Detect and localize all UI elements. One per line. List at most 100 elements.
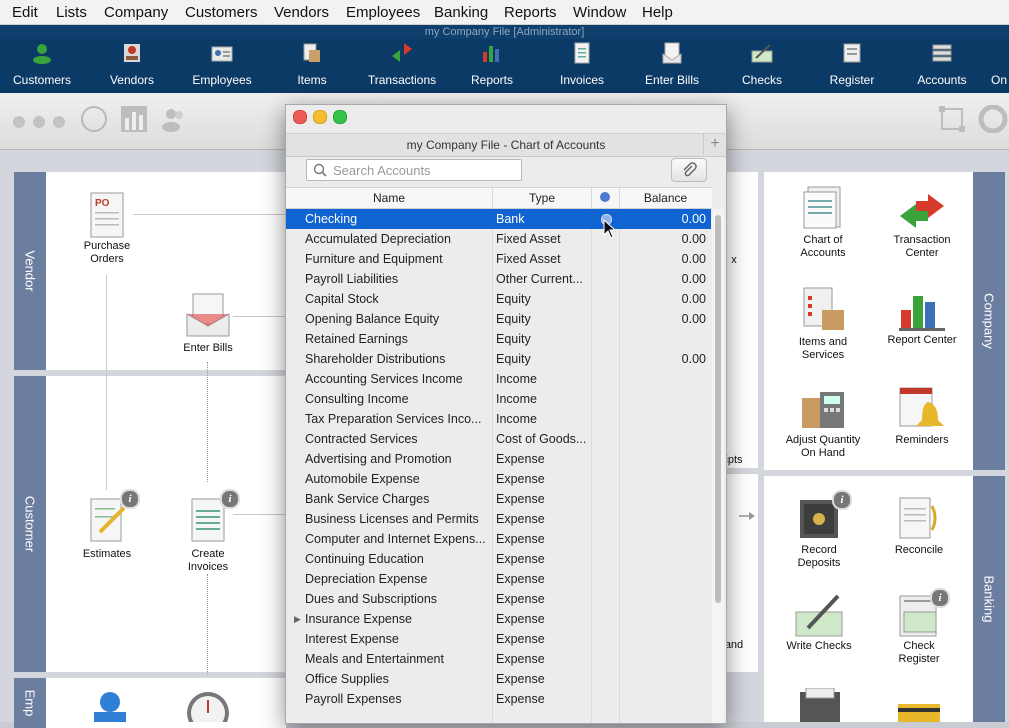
report-center-button[interactable]: Report Center bbox=[882, 286, 962, 362]
account-row[interactable]: Consulting Income Income bbox=[286, 389, 711, 409]
employees-tab[interactable]: Emp bbox=[14, 678, 46, 728]
minimize-window-button[interactable] bbox=[313, 110, 327, 124]
menu-banking[interactable]: Banking bbox=[434, 4, 488, 21]
banking-tab[interactable]: Banking bbox=[973, 476, 1005, 722]
search-accounts-input[interactable] bbox=[331, 161, 520, 180]
items-and-services-button[interactable]: Items and Services bbox=[788, 286, 858, 362]
account-row[interactable]: Office Supplies Expense bbox=[286, 669, 711, 689]
close-window-button[interactable] bbox=[293, 110, 307, 124]
account-type: Expense bbox=[496, 512, 545, 526]
account-row[interactable]: Shareholder Distributions Equity 0.00 bbox=[286, 349, 711, 369]
toolbar-invoices-button[interactable]: Invoices bbox=[537, 39, 627, 93]
menu-window[interactable]: Window bbox=[573, 4, 626, 21]
menu-vendors[interactable]: Vendors bbox=[274, 4, 329, 21]
toolbar-enter-bills-button[interactable]: Enter Bills bbox=[627, 39, 717, 93]
toolbar-items-button[interactable]: Items bbox=[267, 39, 357, 93]
account-row[interactable]: Checking Bank 0.00 bbox=[286, 209, 711, 229]
account-row[interactable]: Continuing Education Expense bbox=[286, 549, 711, 569]
check-register-info-icon[interactable]: i bbox=[930, 588, 950, 608]
account-row[interactable]: Advertising and Promotion Expense bbox=[286, 449, 711, 469]
account-row[interactable]: Interest Expense Expense bbox=[286, 629, 711, 649]
toolbar-online-button[interactable]: On bbox=[987, 39, 1009, 93]
account-type: Equity bbox=[496, 312, 531, 326]
vendor-tab[interactable]: Vendor bbox=[14, 172, 46, 370]
help-lifebuoy-icon[interactable] bbox=[976, 105, 1009, 133]
account-name: Accumulated Depreciation bbox=[305, 232, 451, 246]
search-accounts-field[interactable] bbox=[306, 159, 522, 181]
reminders-button[interactable]: Reminders bbox=[882, 386, 962, 448]
account-name: Checking bbox=[305, 212, 358, 226]
scrollbar-thumb[interactable] bbox=[715, 215, 721, 603]
column-header-type[interactable]: Type bbox=[492, 191, 592, 205]
toolbar-reports-button[interactable]: Reports bbox=[447, 39, 537, 93]
account-row[interactable]: Accumulated Depreciation Fixed Asset 0.00 bbox=[286, 229, 711, 249]
new-tab-plus-icon[interactable]: + bbox=[703, 133, 726, 155]
toolbar-label: Checks bbox=[741, 73, 782, 87]
people-icon[interactable] bbox=[160, 105, 188, 133]
vertical-scrollbar[interactable] bbox=[712, 209, 724, 723]
menu-help[interactable]: Help bbox=[642, 4, 673, 21]
expand-triangle-icon[interactable]: ▶ bbox=[294, 609, 301, 629]
account-row[interactable]: Payroll Liabilities Other Current... 0.00 bbox=[286, 269, 711, 289]
toolbar-customers-button[interactable]: Customers bbox=[0, 39, 87, 93]
menu-reports[interactable]: Reports bbox=[504, 4, 557, 21]
fullscreen-icon[interactable] bbox=[938, 105, 966, 133]
account-row[interactable]: Retained Earnings Equity bbox=[286, 329, 711, 349]
invoices-info-icon[interactable]: i bbox=[220, 489, 240, 509]
record-deposits-info-icon[interactable]: i bbox=[832, 490, 852, 510]
account-row[interactable]: Payroll Expenses Expense bbox=[286, 689, 711, 709]
menu-employees[interactable]: Employees bbox=[346, 4, 420, 21]
account-row[interactable]: Bank Service Charges Expense bbox=[286, 489, 711, 509]
account-row[interactable]: Business Licenses and Permits Expense bbox=[286, 509, 711, 529]
menu-customers[interactable]: Customers bbox=[185, 4, 258, 21]
account-name: Business Licenses and Permits bbox=[305, 512, 479, 526]
adjust-quantity-button[interactable]: Adjust Quantity On Hand bbox=[780, 384, 866, 460]
arrow-right-icon bbox=[739, 512, 755, 520]
reconcile-button[interactable]: Reconcile bbox=[882, 496, 956, 558]
enter-bills-button[interactable]: Enter Bills bbox=[173, 292, 243, 354]
attach-button[interactable] bbox=[671, 158, 707, 182]
chart-of-accounts-button[interactable]: Chart of Accounts bbox=[788, 186, 858, 260]
zoom-window-button[interactable] bbox=[333, 110, 347, 124]
account-row[interactable]: Furniture and Equipment Fixed Asset 0.00 bbox=[286, 249, 711, 269]
menu-company[interactable]: Company bbox=[104, 4, 168, 21]
toolbar-employees-button[interactable]: Employees bbox=[177, 39, 267, 93]
reminders-label: Reminders bbox=[895, 434, 949, 446]
write-checks-button[interactable]: Write Checks bbox=[784, 592, 854, 666]
purchase-orders-button[interactable]: PO Purchase Orders bbox=[72, 192, 142, 266]
account-row[interactable]: Meals and Entertainment Expense bbox=[286, 649, 711, 669]
printer-icon[interactable] bbox=[796, 688, 844, 722]
toolbar-transactions-button[interactable]: Transactions bbox=[357, 39, 447, 93]
column-header-name[interactable]: Name bbox=[286, 191, 492, 205]
employee-person-icon[interactable] bbox=[90, 690, 130, 722]
column-header-balance[interactable]: Balance bbox=[619, 191, 712, 205]
company-tab[interactable]: Company bbox=[973, 172, 1005, 470]
toolbar-vendors-button[interactable]: Vendors bbox=[87, 39, 177, 93]
customer-tab[interactable]: Customer bbox=[14, 376, 46, 672]
estimates-info-icon[interactable]: i bbox=[120, 489, 140, 509]
account-balance: 0.00 bbox=[681, 312, 706, 326]
toolbar-register-button[interactable]: Register bbox=[807, 39, 897, 93]
account-row[interactable]: ▶ Insurance Expense Expense bbox=[286, 609, 711, 629]
account-name: Opening Balance Equity bbox=[305, 312, 440, 326]
account-row[interactable]: Opening Balance Equity Equity 0.00 bbox=[286, 309, 711, 329]
clock-icon[interactable] bbox=[185, 690, 231, 722]
account-row[interactable]: Computer and Internet Expens... Expense bbox=[286, 529, 711, 549]
compass-icon[interactable] bbox=[80, 105, 108, 133]
account-row[interactable]: Depreciation Expense Expense bbox=[286, 569, 711, 589]
menu-edit[interactable]: Edit bbox=[12, 4, 38, 21]
chart-icon[interactable] bbox=[120, 105, 148, 133]
account-row[interactable]: Capital Stock Equity 0.00 bbox=[286, 289, 711, 309]
transaction-center-button[interactable]: Transaction Center bbox=[882, 192, 962, 262]
account-row[interactable]: Dues and Subscriptions Expense bbox=[286, 589, 711, 609]
account-row[interactable]: Accounting Services Income Income bbox=[286, 369, 711, 389]
account-type: Fixed Asset bbox=[496, 252, 561, 266]
account-row[interactable]: Automobile Expense Expense bbox=[286, 469, 711, 489]
credit-card-icon[interactable] bbox=[898, 702, 940, 722]
menu-lists[interactable]: Lists bbox=[56, 4, 87, 21]
account-row[interactable]: Contracted Services Cost of Goods... bbox=[286, 429, 711, 449]
toolbar-checks-button[interactable]: Checks bbox=[717, 39, 807, 93]
account-row[interactable]: Tax Preparation Services Inco... Income bbox=[286, 409, 711, 429]
online-status-column-icon[interactable] bbox=[600, 192, 610, 202]
toolbar-accounts-button[interactable]: Accounts bbox=[897, 39, 987, 93]
